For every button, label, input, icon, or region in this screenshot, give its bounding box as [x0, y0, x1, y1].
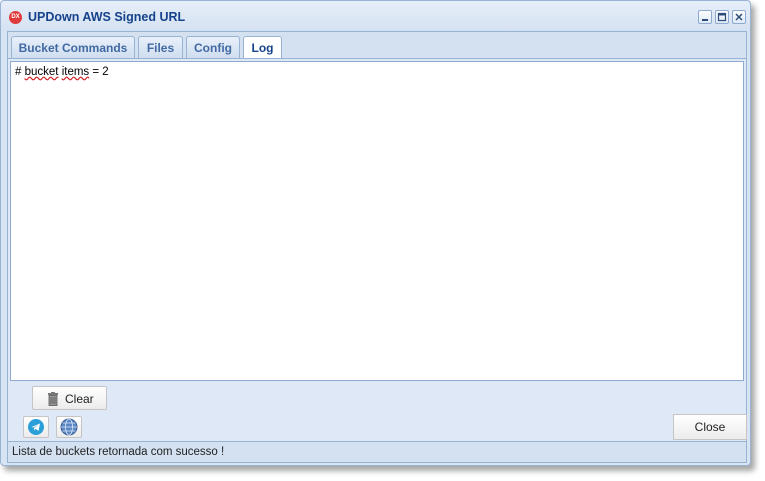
website-button[interactable]: [56, 416, 82, 438]
maximize-icon: [717, 12, 727, 22]
trash-icon: [48, 392, 58, 406]
close-icon: [735, 13, 743, 21]
maximize-button[interactable]: [715, 10, 729, 24]
telegram-icon: [28, 419, 44, 435]
log-textarea[interactable]: # bucket items = 2: [10, 61, 744, 381]
status-bar: Lista de buckets retornada com sucesso !: [7, 441, 747, 463]
footer-bar: Close: [7, 412, 747, 441]
app-logo-icon: DX: [9, 11, 22, 24]
status-text: Lista de buckets retornada com sucesso !: [12, 446, 225, 458]
www-icon: [60, 418, 78, 436]
clear-button[interactable]: Clear: [32, 386, 107, 410]
log-line: # bucket items = 2: [15, 66, 109, 78]
tab-files[interactable]: Files: [138, 36, 183, 60]
minimize-button[interactable]: [698, 10, 712, 24]
close-window-button[interactable]: [732, 10, 746, 24]
title-bar[interactable]: DX UPDown AWS Signed URL: [1, 1, 750, 31]
clear-label: Clear: [65, 392, 94, 406]
app-window: DX UPDown AWS Signed URL Bucket Commands…: [0, 0, 751, 466]
tab-bucket-commands[interactable]: Bucket Commands: [11, 36, 135, 60]
window-title: UPDown AWS Signed URL: [28, 10, 186, 24]
tab-config[interactable]: Config: [186, 36, 240, 60]
tab-bar: Bucket Commands Files Config Log: [7, 31, 747, 61]
close-button[interactable]: Close: [673, 414, 747, 440]
minimize-icon: [702, 19, 708, 21]
log-panel: # bucket items = 2 Clear: [7, 58, 747, 414]
telegram-button[interactable]: [23, 416, 49, 438]
